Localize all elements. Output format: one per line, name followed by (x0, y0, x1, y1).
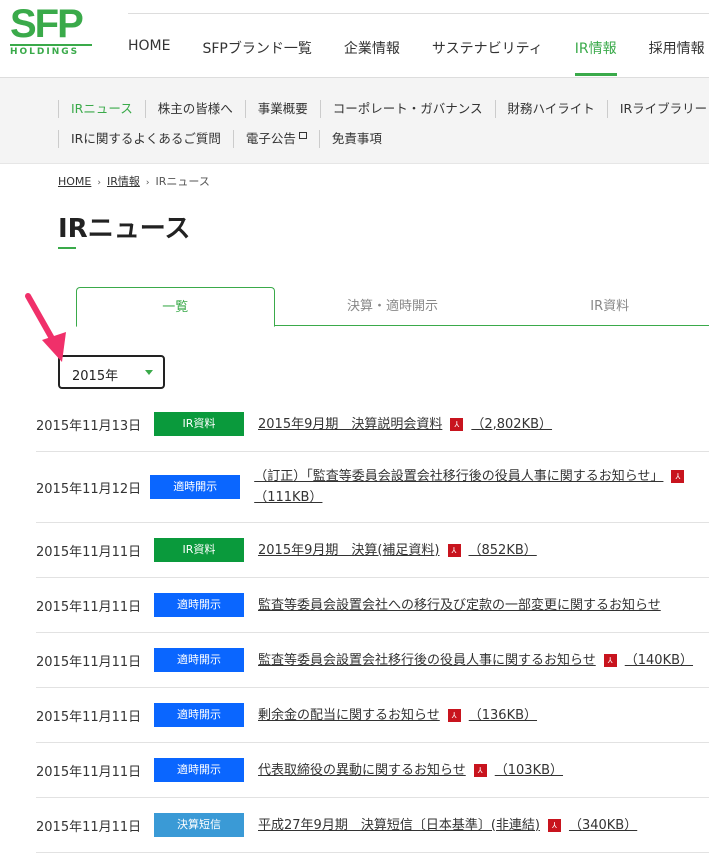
breadcrumb-current: IRニュース (155, 175, 210, 188)
tab-disclosure[interactable]: 決算・適時開示 (275, 287, 511, 325)
subnav-governance[interactable]: コーポレート・ガバナンス (319, 100, 495, 118)
file-size-link[interactable]: （111KB） (254, 490, 322, 505)
gnav-company[interactable]: 企業情報 (344, 38, 400, 76)
news-date: 2015年11月13日 (36, 418, 142, 434)
subnav-public-notice[interactable]: 電子公告 (232, 130, 319, 148)
news-item: 2015年11月11日 適時開示 監査等委員会設置会社移行後の役員人事に関するお… (36, 633, 709, 688)
file-size-link[interactable]: （140KB） (625, 653, 693, 668)
news-date: 2015年11月11日 (36, 764, 142, 780)
sfp-logo[interactable]: SFP HOLDINGS (10, 2, 92, 57)
news-date: 2015年11月11日 (36, 654, 142, 670)
external-link-icon (298, 132, 307, 139)
news-title: 監査等委員会設置会社移行後の役員人事に関するお知らせ ⅄ （140KB） (258, 650, 693, 671)
category-badge: 適時開示 (154, 758, 244, 782)
news-title: 監査等委員会設置会社への移行及び定款の一部変更に関するお知らせ (258, 595, 661, 616)
news-item: 2015年11月11日 決算短信 平成27年9月期 決算短信〔日本基準〕(非連結… (36, 798, 709, 853)
ir-subnav: IRニュース 株主の皆様へ 事業概要 コーポレート・ガバナンス 財務ハイライト … (0, 78, 709, 164)
pdf-icon: ⅄ (473, 763, 487, 777)
file-size-link[interactable]: （2,802KB） (471, 417, 552, 432)
news-list: 2015年11月13日 IR資料 2015年9月期 決算説明会資料 ⅄ （2,802… (36, 397, 709, 853)
breadcrumb-home[interactable]: HOME (58, 175, 91, 188)
gnav-recruit[interactable]: 採用情報 (649, 38, 705, 76)
pdf-icon: ⅄ (547, 818, 561, 832)
news-title: 剰余金の配当に関するお知らせ ⅄ （136KB） (258, 705, 537, 726)
news-item: 2015年11月11日 IR資料 2015年9月期 決算(補足資料) ⅄ （852K… (36, 523, 709, 578)
news-date: 2015年11月11日 (36, 599, 142, 615)
pdf-icon: ⅄ (447, 708, 461, 722)
news-item: 2015年11月13日 IR資料 2015年9月期 決算説明会資料 ⅄ （2,802… (36, 397, 709, 452)
news-link[interactable]: 剰余金の配当に関するお知らせ (258, 708, 440, 723)
year-select[interactable]: 2015年 (58, 355, 165, 389)
news-item: 2015年11月12日 適時開示 （訂正）「監査等委員会設置会社移行後の役員人事… (36, 452, 709, 523)
global-nav: HOME SFPブランド一覧 企業情報 サステナビリティ IR情報 採用情報 (128, 38, 709, 76)
news-date: 2015年11月11日 (36, 819, 142, 835)
news-link[interactable]: （訂正）「監査等委員会設置会社移行後の役員人事に関するお知らせ」 (254, 469, 663, 484)
file-size-link[interactable]: （136KB） (469, 708, 537, 723)
year-select-value: 2015年 (72, 369, 119, 384)
pdf-icon: ⅄ (603, 653, 617, 667)
tab-ir-materials[interactable]: IR資料 (510, 287, 709, 325)
news-date: 2015年11月11日 (36, 709, 142, 725)
file-size-link[interactable]: （103KB） (495, 763, 563, 778)
pdf-icon: ⅄ (450, 417, 464, 431)
category-badge: 適時開示 (154, 593, 244, 617)
news-item: 2015年11月11日 適時開示 監査等委員会設置会社への移行及び定款の一部変更… (36, 578, 709, 633)
news-title: 2015年9月期 決算(補足資料) ⅄ （852KB） (258, 540, 537, 561)
news-date: 2015年11月12日 (36, 481, 142, 497)
tab-all[interactable]: 一覧 (76, 287, 275, 327)
news-date: 2015年11月11日 (36, 544, 142, 560)
gnav-home[interactable]: HOME (128, 38, 170, 76)
page-title: IRニュース (58, 214, 191, 244)
news-title: 2015年9月期 決算説明会資料 ⅄ （2,802KB） (258, 414, 552, 435)
pdf-icon: ⅄ (671, 470, 685, 483)
news-link[interactable]: 監査等委員会設置会社移行後の役員人事に関するお知らせ (258, 653, 596, 668)
category-badge: 適時開示 (154, 648, 244, 672)
news-title: 平成27年9月期 決算短信〔日本基準〕(非連結) ⅄ （340KB） (258, 815, 637, 836)
title-underline (58, 247, 76, 249)
news-item: 2015年11月11日 適時開示 剰余金の配当に関するお知らせ ⅄ （136KB） (36, 688, 709, 743)
subnav-faq[interactable]: IRに関するよくあるご質問 (58, 130, 233, 148)
news-link[interactable]: 平成27年9月期 決算短信〔日本基準〕(非連結) (258, 818, 540, 833)
logo-main: SFP (10, 2, 84, 46)
gnav-sustainability[interactable]: サステナビリティ (432, 38, 543, 76)
subnav-library[interactable]: IRライブラリー (606, 100, 709, 118)
pdf-icon: ⅄ (447, 543, 461, 557)
pointer-arrow-icon (25, 293, 66, 362)
news-link[interactable]: 2015年9月期 決算説明会資料 (258, 417, 442, 432)
file-size-link[interactable]: （340KB） (569, 818, 637, 833)
site-header: SFP HOLDINGS HOME SFPブランド一覧 企業情報 サステナビリテ… (0, 0, 709, 78)
subnav-ir-news[interactable]: IRニュース (58, 100, 145, 118)
subnav-business[interactable]: 事業概要 (244, 100, 320, 118)
subnav-financial[interactable]: 財務ハイライト (494, 100, 607, 118)
news-tabs: 一覧 決算・適時開示 IR資料 (76, 287, 709, 327)
news-item: 2015年11月11日 適時開示 代表取締役の異動に関するお知らせ ⅄ （103KB… (36, 743, 709, 798)
category-badge: IR資料 (154, 412, 244, 436)
logo-sub: HOLDINGS (10, 47, 80, 57)
news-link[interactable]: 代表取締役の異動に関するお知らせ (258, 763, 466, 778)
category-badge: IR資料 (154, 538, 244, 562)
category-badge: 適時開示 (154, 703, 244, 727)
news-link[interactable]: 2015年9月期 決算(補足資料) (258, 543, 440, 558)
gnav-brands[interactable]: SFPブランド一覧 (202, 38, 311, 76)
gnav-ir[interactable]: IR情報 (574, 38, 617, 76)
breadcrumb: HOME › IR情報 › IRニュース (58, 175, 210, 188)
breadcrumb-ir[interactable]: IR情報 (107, 175, 140, 188)
file-size-link[interactable]: （852KB） (469, 543, 537, 558)
subnav-disclaimer[interactable]: 免責事項 (318, 130, 394, 148)
category-badge: 決算短信 (154, 813, 244, 837)
subnav-public-notice-label: 電子公告 (245, 131, 296, 146)
chevron-down-icon (145, 370, 153, 375)
news-title: （訂正）「監査等委員会設置会社移行後の役員人事に関するお知らせ」 ⅄ （111KB） (254, 466, 709, 508)
news-link[interactable]: 監査等委員会設置会社への移行及び定款の一部変更に関するお知らせ (258, 598, 661, 613)
category-badge: 適時開示 (150, 475, 241, 499)
news-title: 代表取締役の異動に関するお知らせ ⅄ （103KB） (258, 760, 563, 781)
subnav-shareholders[interactable]: 株主の皆様へ (144, 100, 245, 118)
